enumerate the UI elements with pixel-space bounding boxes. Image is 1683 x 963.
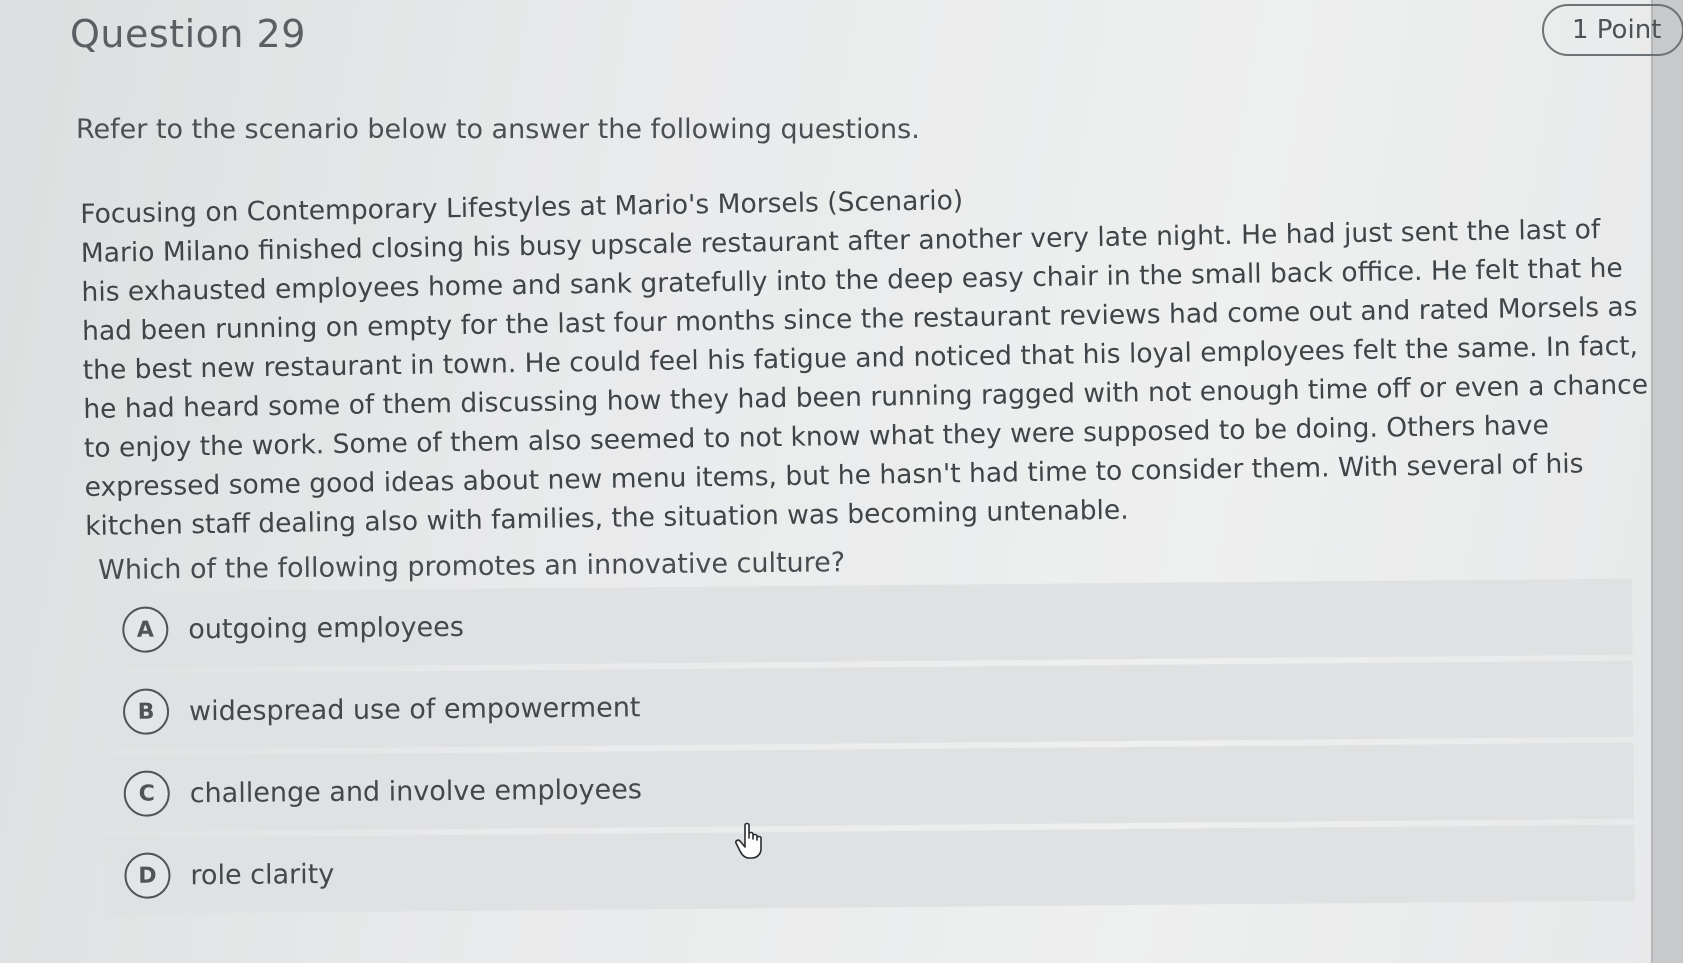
option-b[interactable]: B widespread use of empowerment: [102, 660, 1634, 750]
option-label: role clarity: [190, 858, 335, 891]
option-label: widespread use of empowerment: [188, 691, 641, 727]
option-letter: A: [122, 606, 169, 653]
option-letter: D: [124, 852, 171, 899]
quiz-page: Question 29 1 Point Refer to the scenari…: [0, 0, 1683, 963]
question-title: Question 29: [70, 12, 306, 56]
option-d[interactable]: D role clarity: [104, 824, 1635, 914]
points-badge: 1 Point: [1542, 4, 1683, 56]
question-prompt: Which of the following promotes an innov…: [98, 547, 846, 586]
instructions-text: Refer to the scenario below to answer th…: [76, 114, 920, 145]
scenario-block: Focusing on Contemporary Lifestyles at M…: [80, 170, 1650, 546]
option-label: challenge and involve employees: [189, 773, 642, 809]
option-a[interactable]: A outgoing employees: [102, 578, 1633, 668]
screen-edge: [1651, 0, 1683, 963]
scenario-body: Mario Milano finished closing his busy u…: [80, 214, 1649, 542]
option-c[interactable]: C challenge and involve employees: [103, 742, 1635, 832]
option-letter: B: [122, 688, 170, 735]
option-letter: C: [123, 770, 170, 817]
answer-options: A outgoing employees B widespread use of…: [102, 578, 1635, 920]
hand-pointer-icon: [735, 822, 762, 859]
option-label: outgoing employees: [188, 611, 465, 645]
